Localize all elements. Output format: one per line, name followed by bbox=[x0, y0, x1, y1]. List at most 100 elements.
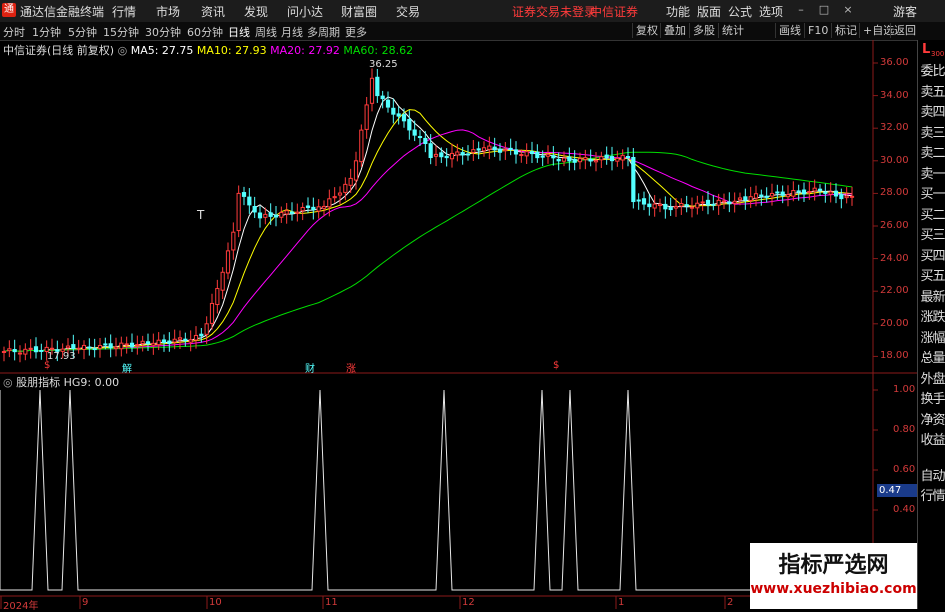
candle[interactable] bbox=[769, 183, 775, 206]
tab-period-1min[interactable]: 1分钟 bbox=[32, 24, 61, 40]
dividend-mark-1[interactable]: $ bbox=[44, 360, 50, 371]
broker-name[interactable]: 中信证券 bbox=[590, 3, 638, 20]
candle[interactable] bbox=[337, 186, 343, 205]
candle[interactable] bbox=[615, 150, 620, 167]
candle[interactable] bbox=[12, 339, 17, 361]
candle[interactable] bbox=[145, 333, 151, 352]
candle[interactable] bbox=[108, 334, 113, 358]
candle[interactable] bbox=[92, 338, 97, 358]
candle[interactable] bbox=[257, 206, 263, 228]
sidebar-item[interactable]: 最新 bbox=[919, 286, 945, 305]
candle[interactable] bbox=[225, 242, 231, 280]
tab-period-month[interactable]: 月线 bbox=[281, 24, 303, 40]
candle[interactable] bbox=[364, 96, 369, 139]
candle[interactable] bbox=[529, 141, 535, 163]
finance-mark[interactable]: 财 bbox=[305, 360, 315, 375]
candle[interactable] bbox=[23, 343, 28, 361]
candle[interactable] bbox=[487, 136, 492, 160]
candle[interactable] bbox=[609, 146, 615, 171]
candle[interactable] bbox=[236, 185, 241, 238]
guest-user[interactable]: 游客 bbox=[893, 3, 917, 20]
candle[interactable] bbox=[193, 326, 199, 349]
candle[interactable] bbox=[129, 333, 135, 352]
tab-period-fenshi[interactable]: 分时 bbox=[3, 24, 25, 40]
draw-line-button[interactable]: 画线 bbox=[775, 23, 804, 38]
candle[interactable] bbox=[385, 91, 391, 113]
candle[interactable] bbox=[551, 146, 556, 166]
candle[interactable] bbox=[252, 196, 257, 218]
candle[interactable] bbox=[247, 188, 252, 214]
candle[interactable] bbox=[140, 335, 145, 352]
indicator-name[interactable]: 股朋指标 bbox=[16, 376, 60, 389]
candle[interactable] bbox=[801, 182, 807, 202]
menu-shichang[interactable]: 市场 bbox=[156, 3, 180, 20]
tab-period-5min[interactable]: 5分钟 bbox=[68, 24, 97, 40]
candle[interactable] bbox=[17, 345, 23, 363]
candle[interactable] bbox=[359, 124, 364, 167]
candle[interactable] bbox=[39, 343, 44, 360]
sidebar-item[interactable]: 卖二 bbox=[919, 142, 945, 161]
menu-faxian[interactable]: 发现 bbox=[244, 3, 268, 20]
sidebar-item[interactable]: 涨跌 bbox=[919, 306, 945, 325]
sidebar-item[interactable]: 行情 bbox=[919, 485, 945, 504]
candle[interactable] bbox=[87, 338, 92, 356]
close-icon[interactable]: × bbox=[842, 4, 854, 16]
sidebar-item[interactable]: 卖四 bbox=[919, 101, 945, 120]
tab-period-week[interactable]: 周线 bbox=[255, 24, 277, 40]
candle[interactable] bbox=[817, 184, 823, 196]
candle[interactable] bbox=[625, 147, 631, 167]
candle[interactable] bbox=[311, 197, 316, 220]
candle[interactable] bbox=[284, 202, 289, 224]
candle[interactable] bbox=[401, 108, 407, 128]
sidebar-item[interactable]: 总量 bbox=[919, 347, 945, 366]
candle[interactable] bbox=[508, 138, 513, 156]
candle[interactable] bbox=[444, 148, 449, 167]
candle[interactable] bbox=[700, 195, 705, 211]
candle[interactable] bbox=[647, 194, 652, 216]
candle[interactable] bbox=[577, 152, 583, 170]
restore-icon[interactable]: □ bbox=[818, 4, 830, 16]
fuquan-button[interactable]: 复权 bbox=[632, 23, 661, 38]
menu-jiaoyi[interactable]: 交易 bbox=[396, 3, 420, 20]
candle[interactable] bbox=[316, 199, 321, 219]
candle[interactable] bbox=[572, 150, 577, 171]
candle[interactable] bbox=[268, 203, 273, 225]
candle[interactable] bbox=[764, 187, 769, 203]
candle[interactable] bbox=[684, 195, 689, 213]
candle[interactable] bbox=[833, 183, 839, 204]
candle[interactable] bbox=[743, 188, 748, 210]
candle[interactable] bbox=[599, 151, 604, 169]
menu-banmian[interactable]: 版面 bbox=[697, 3, 721, 20]
candle[interactable] bbox=[375, 68, 380, 103]
candle[interactable] bbox=[823, 183, 828, 203]
kline-chart[interactable] bbox=[0, 40, 917, 609]
menu-wenxiaoda[interactable]: 问小达 bbox=[287, 3, 323, 20]
tab-period-multi[interactable]: 多周期 bbox=[307, 24, 340, 40]
candle[interactable] bbox=[407, 110, 412, 140]
candle[interactable] bbox=[391, 98, 396, 124]
candle[interactable] bbox=[439, 147, 444, 164]
candle[interactable] bbox=[711, 194, 716, 211]
candle[interactable] bbox=[28, 339, 33, 359]
candle[interactable] bbox=[476, 141, 481, 160]
candle[interactable] bbox=[167, 332, 172, 352]
candle[interactable] bbox=[583, 149, 588, 170]
candle[interactable] bbox=[689, 197, 695, 218]
candle[interactable] bbox=[81, 340, 87, 360]
candle[interactable] bbox=[481, 141, 487, 157]
sidebar-item[interactable]: 涨幅 bbox=[919, 327, 945, 346]
candle[interactable] bbox=[295, 203, 300, 222]
candle[interactable] bbox=[513, 141, 519, 164]
sidebar-item[interactable]: 买二 bbox=[919, 204, 945, 223]
candle[interactable] bbox=[183, 332, 188, 347]
candle[interactable] bbox=[849, 186, 855, 206]
candle[interactable] bbox=[151, 333, 156, 355]
sidebar-item[interactable]: 买四 bbox=[919, 245, 945, 264]
menu-zixun[interactable]: 资讯 bbox=[201, 3, 225, 20]
candle[interactable] bbox=[663, 196, 668, 219]
candle[interactable] bbox=[721, 193, 727, 210]
sidebar-item[interactable]: 净资 bbox=[919, 409, 945, 428]
candle[interactable] bbox=[748, 186, 753, 208]
candle[interactable] bbox=[97, 338, 103, 358]
candle[interactable] bbox=[828, 182, 833, 203]
